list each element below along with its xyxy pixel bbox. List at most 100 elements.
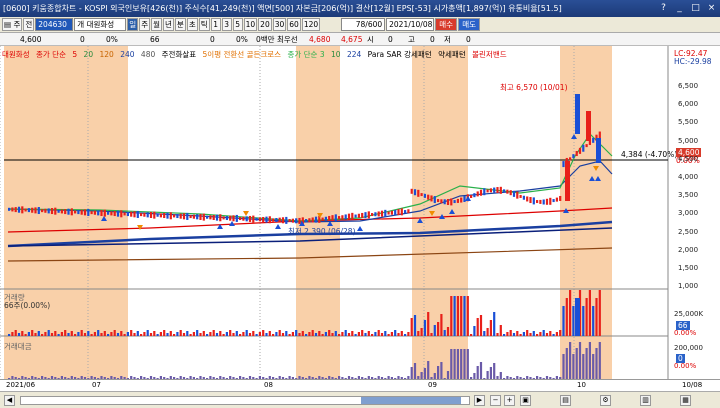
period-minute-button[interactable]: 분 — [174, 18, 186, 31]
price-candle — [433, 196, 436, 204]
volume-bar — [519, 334, 522, 336]
date-label-10: 10 — [577, 381, 586, 389]
stock-name-field[interactable]: 개 대원화성 — [74, 18, 127, 31]
maximize-button[interactable]: □ — [689, 1, 702, 15]
price-candle — [430, 195, 433, 202]
price-candle — [173, 214, 176, 218]
scroll-thumb[interactable] — [361, 397, 461, 404]
price-candle — [136, 210, 139, 218]
price-candle — [341, 215, 344, 220]
price-candle — [215, 214, 219, 221]
volume-bar — [456, 296, 459, 336]
price-candle — [275, 218, 278, 223]
volume-bar — [199, 333, 202, 336]
volume-bar — [34, 333, 37, 336]
zoom-in-icon[interactable]: + — [504, 395, 515, 406]
volume-bar — [235, 331, 238, 336]
price-candle — [479, 189, 483, 196]
volume-bar — [83, 333, 87, 336]
market-select[interactable]: 전 — [23, 18, 35, 31]
help-button[interactable]: ? — [657, 1, 670, 15]
period-week-button[interactable]: 주 — [139, 18, 151, 31]
price-candle — [324, 216, 327, 221]
volume-bar — [321, 334, 324, 336]
price-candle — [90, 211, 93, 215]
chart-area[interactable]: 대원화성 종가 단순 5 20 120 240 480 주전화살표 5이평 전환… — [0, 46, 720, 408]
minute-3-button[interactable]: 3 — [221, 18, 232, 31]
price-candle — [308, 218, 311, 223]
price-candle — [526, 196, 529, 202]
volume-bar — [196, 330, 199, 336]
volume-bar — [14, 330, 17, 336]
price-candle — [258, 217, 261, 222]
split-view-icon[interactable]: ▥ — [640, 395, 651, 406]
volume-bar — [232, 333, 235, 336]
price-candle — [163, 213, 166, 219]
amount-bar — [588, 342, 591, 379]
price-candle — [47, 208, 50, 214]
price-candle — [311, 217, 314, 223]
volume-bar — [281, 333, 285, 336]
price-axis-label: 4,500 — [678, 154, 699, 163]
volume-bar — [433, 325, 436, 336]
price-candle — [192, 214, 195, 219]
price-candle — [588, 140, 591, 145]
amount-bar — [440, 362, 443, 379]
minute-60-button[interactable]: 60 — [287, 18, 301, 31]
price-candle — [50, 208, 54, 215]
count-input[interactable]: 78/600 — [341, 18, 386, 31]
minute-1-button[interactable]: 1 — [210, 18, 221, 31]
period-second-button[interactable]: 초 — [186, 18, 198, 31]
minimize-button[interactable]: _ — [673, 1, 686, 15]
amount-panel-title: 거래대금 — [4, 342, 32, 351]
legend-ma224: 224 — [346, 50, 362, 59]
sell-button[interactable]: 매도 — [458, 18, 481, 31]
settings-icon[interactable]: ⚙ — [600, 395, 611, 406]
volume-bar — [357, 332, 360, 336]
amount-bar — [493, 363, 496, 379]
volume-bar — [245, 330, 248, 336]
period-year-button[interactable]: 년 — [163, 18, 174, 31]
legend-ma120: 120 — [99, 50, 114, 59]
period-tick-button[interactable]: 틱 — [198, 18, 210, 31]
price-candle — [446, 198, 450, 205]
close-button[interactable]: × — [705, 1, 718, 15]
volume-bar — [341, 332, 344, 336]
price-axis-label: 3,000 — [678, 209, 699, 218]
date-input[interactable]: 2021/10/08 — [386, 18, 435, 31]
sell-arrow-icon — [137, 225, 143, 230]
volume-bar — [384, 331, 387, 336]
volume-bar — [394, 330, 397, 336]
volume-bar — [215, 333, 219, 336]
scroll-left-icon[interactable]: ◀ — [4, 395, 15, 406]
minute-30-button[interactable]: 30 — [272, 18, 287, 31]
volume-bar — [176, 332, 179, 336]
period-month-button[interactable]: 월 — [151, 18, 162, 31]
menu-button[interactable]: ▤ 주 — [2, 18, 23, 31]
amount-bar — [585, 348, 588, 379]
minute-120-button[interactable]: 120 — [301, 18, 321, 31]
minute-20-button[interactable]: 20 — [258, 18, 272, 31]
scroll-right-icon[interactable]: ▶ — [474, 395, 485, 406]
volume-bar — [136, 331, 139, 336]
minute-5-button[interactable]: 5 — [232, 18, 243, 31]
scroll-track[interactable] — [20, 396, 470, 405]
chart-scrollbar[interactable]: ◀ ▶ − + ▣ ▤ ⚙ ▥ ▦ — [0, 391, 720, 408]
stock-code-input[interactable]: 204630 — [35, 18, 74, 31]
volume-bar — [8, 334, 11, 336]
volume-bar — [423, 320, 426, 336]
zoom-out-icon[interactable]: − — [490, 395, 501, 406]
view-mode-icon[interactable]: ▤ — [560, 395, 571, 406]
price-candle — [37, 207, 40, 215]
zoom-fit-icon[interactable]: ▣ — [520, 395, 531, 406]
period-day-button[interactable]: 일 — [127, 18, 139, 31]
toggle-panel-icon[interactable]: ▦ — [680, 395, 691, 406]
volume-bar — [453, 296, 456, 336]
price-candle — [116, 210, 120, 217]
price-candle — [549, 197, 552, 205]
price-chart-svg[interactable] — [0, 46, 720, 379]
buy-button[interactable]: 매수 — [435, 18, 458, 31]
volume-bar — [443, 330, 446, 336]
minute-10-button[interactable]: 10 — [243, 18, 258, 31]
amount-bar — [479, 362, 483, 379]
